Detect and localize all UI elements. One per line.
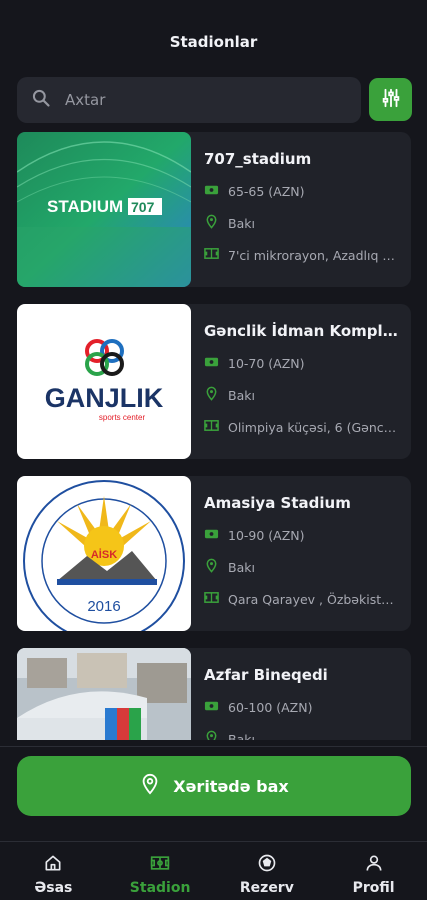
stadium-address: Qara Qarayev , Özbəkistan küçəsi bbox=[228, 591, 398, 607]
location-pin-icon bbox=[139, 773, 161, 799]
view-on-map-button[interactable]: Xəritədə bax bbox=[17, 756, 411, 816]
field-icon bbox=[204, 418, 219, 437]
stadium-card[interactable]: Azfar Bineqedi 60-100 (AZN) Bakı bbox=[17, 648, 411, 740]
stadium-list[interactable]: STADIUM 707 707_stadium 65-65 (AZN) Bakı… bbox=[17, 132, 411, 740]
tab-stadium[interactable]: Stadion bbox=[107, 842, 214, 900]
stadium-price: 60-100 (AZN) bbox=[228, 699, 313, 715]
tab-label: Rezerv bbox=[239, 880, 294, 896]
view-on-map-label: Xəritədə bax bbox=[173, 776, 289, 796]
bottom-tab-bar: Əsas Stadion Rezerv Profil bbox=[0, 841, 427, 900]
user-icon bbox=[364, 853, 384, 877]
search-box[interactable] bbox=[17, 77, 361, 123]
stadium-name: Amasiya Stadium bbox=[204, 494, 351, 512]
stadium-image: GANJLIK sports center bbox=[17, 304, 191, 459]
sliders-icon bbox=[380, 87, 402, 113]
home-icon bbox=[43, 853, 63, 877]
ganjlik-logo-text: GANJLIK bbox=[45, 383, 164, 413]
stadium-city: Bakı bbox=[228, 731, 255, 741]
location-pin-icon bbox=[204, 730, 219, 740]
stadium-city: Bakı bbox=[228, 215, 255, 231]
tab-label: Stadion bbox=[129, 880, 191, 896]
stadium-price: 10-90 (AZN) bbox=[228, 527, 305, 543]
app-header: Stadionlar bbox=[0, 0, 427, 76]
stadium-image: STADIUM 707 bbox=[17, 132, 191, 287]
money-icon bbox=[204, 526, 219, 545]
tab-label: Profil bbox=[352, 880, 395, 896]
stadium-card[interactable]: STADIUM 707 707_stadium 65-65 (AZN) Bakı… bbox=[17, 132, 411, 287]
tab-home[interactable]: Əsas bbox=[0, 842, 107, 900]
tab-profile[interactable]: Profil bbox=[320, 842, 427, 900]
stadium-card[interactable]: AİSK 2016 Amasiya Stadium 10-90 (AZN) Ba… bbox=[17, 476, 411, 631]
money-icon bbox=[204, 698, 219, 717]
search-input[interactable] bbox=[65, 91, 315, 109]
stadium-price: 65-65 (AZN) bbox=[228, 183, 305, 199]
amasiya-logo-year: 2016 bbox=[87, 598, 120, 615]
stadium-price: 10-70 (AZN) bbox=[228, 355, 305, 371]
stadium-icon bbox=[150, 853, 170, 877]
stadium-card[interactable]: GANJLIK sports center Gənclik İdman Komp… bbox=[17, 304, 411, 459]
search-row bbox=[17, 77, 412, 123]
divider bbox=[0, 746, 427, 747]
field-icon bbox=[204, 590, 219, 609]
stadium-name: Gənclik İdman Kompleksi bbox=[204, 322, 398, 340]
filter-button[interactable] bbox=[369, 78, 412, 121]
stadium-address: Olimpiya küçəsi, 6 (Gənclik) bbox=[228, 419, 398, 435]
location-pin-icon bbox=[204, 386, 219, 405]
location-pin-icon bbox=[204, 558, 219, 577]
location-pin-icon bbox=[204, 214, 219, 233]
field-icon bbox=[204, 246, 219, 265]
page-title: Stadionlar bbox=[169, 33, 258, 51]
stadium-city: Bakı bbox=[228, 559, 255, 575]
stadium-image: AİSK 2016 bbox=[17, 476, 191, 631]
tab-reserve[interactable]: Rezerv bbox=[214, 842, 321, 900]
stadium-name: Azfar Bineqedi bbox=[204, 666, 328, 684]
stadium-logo-text: STADIUM bbox=[47, 197, 123, 216]
stadium-logo-badge: 707 bbox=[131, 199, 155, 215]
money-icon bbox=[204, 182, 219, 201]
stadium-address: 7'ci mikrorayon, Azadlıq prospekti bbox=[228, 247, 398, 263]
money-icon bbox=[204, 354, 219, 373]
stadium-name: 707_stadium bbox=[204, 150, 312, 168]
stadium-city: Bakı bbox=[228, 387, 255, 403]
search-icon bbox=[31, 88, 51, 112]
tab-label: Əsas bbox=[34, 880, 73, 896]
amasiya-logo-text: AİSK bbox=[91, 548, 117, 561]
ganjlik-logo-sub: sports center bbox=[99, 413, 146, 422]
stadium-image bbox=[17, 648, 191, 740]
football-icon bbox=[257, 853, 277, 877]
